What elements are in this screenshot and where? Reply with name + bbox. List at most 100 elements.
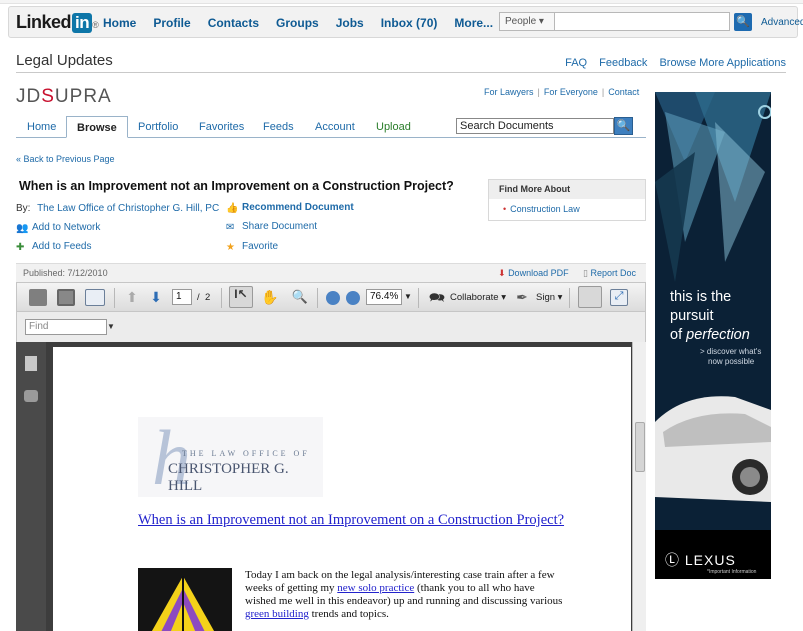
fit-width-icon[interactable]	[578, 286, 602, 308]
viewer-toolbar: ⬆ ⬇ 1 / 2 I↖ ✋ 🔍 76.4% ▼ 🗪 Collaborate ▾…	[16, 282, 646, 312]
nav-jobs[interactable]: Jobs	[336, 16, 364, 30]
logo-registered: ®	[92, 20, 99, 30]
linkedin-logo[interactable]: Linked in ®	[16, 12, 99, 33]
viewer-scrollbar[interactable]	[632, 342, 646, 631]
report-doc-label: Report Doc	[590, 268, 636, 278]
tab-home[interactable]: Home	[27, 121, 56, 133]
email-icon[interactable]	[85, 289, 105, 306]
favorite-action[interactable]: ★ Favorite	[226, 241, 278, 253]
logo-in-badge: in	[72, 13, 93, 33]
search-input[interactable]	[555, 12, 730, 31]
app-title: Legal Updates	[16, 52, 113, 69]
zoom-dropdown-icon[interactable]: ▼	[404, 292, 412, 301]
find-more-item[interactable]: • Construction Law	[489, 199, 645, 219]
green-building-link[interactable]: green building	[245, 608, 309, 620]
viewer-find-bar: Find ▼	[16, 312, 646, 342]
ad-tagline-line: now possible	[708, 357, 755, 366]
tab-portfolio[interactable]: Portfolio	[138, 121, 178, 133]
toolbar-separator	[418, 288, 419, 308]
tab-feeds[interactable]: Feeds	[263, 121, 294, 133]
star-icon: ★	[226, 242, 235, 253]
published-bar: Published: 7/12/2010 ⬇ Download PDF ▯ Re…	[16, 263, 646, 282]
recommend-label: Recommend Document	[242, 202, 354, 213]
download-pdf-link[interactable]: ⬇ Download PDF	[498, 268, 569, 279]
app-links: FAQ Feedback Browse More Applications	[565, 57, 786, 69]
linkedin-nav-bar: Linked in ® Home Profile Contacts Groups J…	[8, 6, 803, 38]
for-lawyers-link[interactable]: For Lawyers	[484, 87, 534, 97]
document-search-input[interactable]: Search Documents	[456, 118, 614, 134]
author-link[interactable]: The Law Office of Christopher G. Hill, P…	[37, 203, 219, 214]
faq-link[interactable]: FAQ	[565, 57, 587, 69]
logo-text: Linked	[16, 12, 72, 32]
back-link[interactable]: « Back to Previous Page	[16, 154, 115, 164]
nav-more[interactable]: More...	[454, 16, 493, 30]
lexus-emblem-icon: Ⓛ	[665, 552, 680, 568]
find-input[interactable]: Find	[25, 319, 107, 335]
save-icon[interactable]	[57, 289, 75, 306]
share-action[interactable]: ✉ Share Document	[226, 221, 317, 233]
toolbar-separator	[221, 288, 222, 308]
collaborate-menu[interactable]: Collaborate ▾	[450, 292, 506, 303]
document-heading-link[interactable]: When is an Improvement not an Improvemen…	[138, 512, 568, 529]
for-everyone-link[interactable]: For Everyone	[544, 87, 598, 97]
add-feeds-action[interactable]: ✚ Add to Feeds	[16, 241, 92, 253]
tab-favorites[interactable]: Favorites	[199, 121, 244, 133]
text-select-tool-icon[interactable]: I↖	[229, 286, 253, 308]
logo-line-2: CHRISTOPHER G. HILL	[168, 461, 289, 494]
logo-part: S	[41, 86, 55, 107]
topic-link[interactable]: Construction Law	[510, 204, 580, 214]
tab-upload[interactable]: Upload	[376, 121, 411, 133]
search-icon[interactable]: 🔍	[734, 13, 752, 31]
contact-link[interactable]: Contact	[608, 87, 639, 97]
pages-panel-icon[interactable]	[25, 356, 37, 371]
article-illustration	[138, 568, 232, 631]
jdsupra-logo[interactable]: JDSUPRA	[16, 86, 112, 108]
thumbs-up-icon: 👍	[226, 203, 239, 214]
browser-top-strip	[0, 0, 803, 4]
lexus-logo: Ⓛ LEXUS	[665, 550, 736, 570]
lexus-advertisement[interactable]: this is the pursuit of perfection > disc…	[655, 92, 771, 579]
tab-browse[interactable]: Browse	[66, 116, 128, 138]
nav-groups[interactable]: Groups	[276, 16, 319, 30]
nav-contacts[interactable]: Contacts	[208, 16, 259, 30]
next-page-icon[interactable]: ⬇	[147, 289, 165, 306]
page-number-input[interactable]: 1	[172, 289, 192, 305]
nav-inbox[interactable]: Inbox (70)	[381, 16, 438, 30]
marquee-zoom-icon[interactable]: 🔍	[291, 289, 309, 306]
nav-profile[interactable]: Profile	[153, 16, 190, 30]
ad-line: this is the	[670, 289, 732, 305]
full-screen-icon[interactable]: ⤢	[610, 289, 628, 306]
zoom-in-icon[interactable]	[346, 291, 360, 305]
previous-page-icon[interactable]: ⬆	[123, 289, 141, 306]
by-label: By:	[16, 203, 31, 214]
find-options-icon[interactable]: ▼	[107, 322, 115, 331]
zoom-level-field[interactable]: 76.4%	[366, 289, 402, 305]
collaborate-icon: 🗪	[428, 290, 446, 305]
add-feeds-label: Add to Feeds	[32, 241, 92, 252]
report-doc-link[interactable]: ▯ Report Doc	[583, 268, 636, 279]
ad-line: of perfection	[670, 326, 750, 345]
ad-tagline-line: > discover what's	[700, 347, 762, 356]
search-icon[interactable]: 🔍	[614, 117, 633, 135]
hand-tool-icon[interactable]: ✋	[261, 289, 279, 306]
document-paragraph: Today I am back on the legal analysis/in…	[245, 569, 563, 621]
search-scope-dropdown[interactable]: People ▾	[499, 12, 555, 31]
nav-home[interactable]: Home	[103, 16, 136, 30]
scrollbar-thumb[interactable]	[635, 422, 645, 472]
download-pdf-label: Download PDF	[508, 268, 569, 278]
author-line: By: The Law Office of Christopher G. Hil…	[16, 203, 219, 214]
binoculars-icon[interactable]	[24, 390, 38, 402]
feedback-link[interactable]: Feedback	[599, 57, 647, 69]
sign-menu[interactable]: Sign ▾	[536, 292, 562, 303]
separator: |	[537, 87, 540, 97]
zoom-out-icon[interactable]	[326, 291, 340, 305]
add-network-action[interactable]: 👥 Add to Network	[16, 222, 100, 234]
ad-word: of	[670, 327, 687, 343]
solo-practice-link[interactable]: new solo practice	[337, 582, 414, 594]
advanced-search-link[interactable]: Advanced	[761, 17, 803, 28]
tab-account[interactable]: Account	[315, 121, 355, 133]
logo-line-1: THE LAW OFFICE OF	[182, 449, 310, 458]
print-icon[interactable]	[29, 289, 47, 306]
browse-apps-link[interactable]: Browse More Applications	[659, 57, 786, 69]
recommend-action[interactable]: 👍 Recommend Document	[226, 202, 354, 214]
